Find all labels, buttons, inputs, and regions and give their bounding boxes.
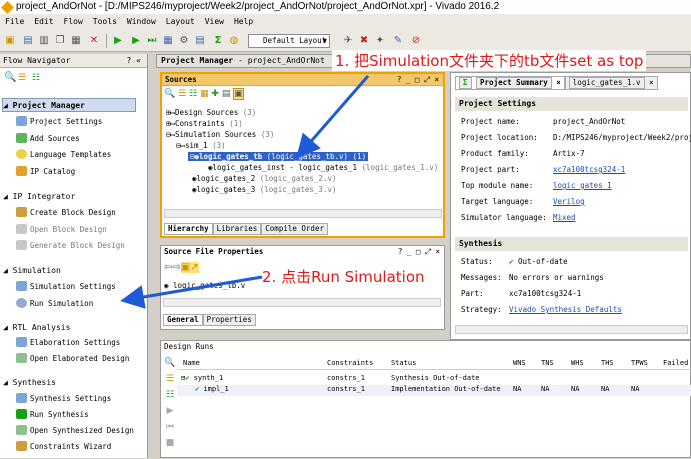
annotation-arrows: [120, 75, 370, 309]
arrow-to-run-simulation: [120, 275, 263, 309]
arrow-to-tb: [296, 75, 370, 159]
